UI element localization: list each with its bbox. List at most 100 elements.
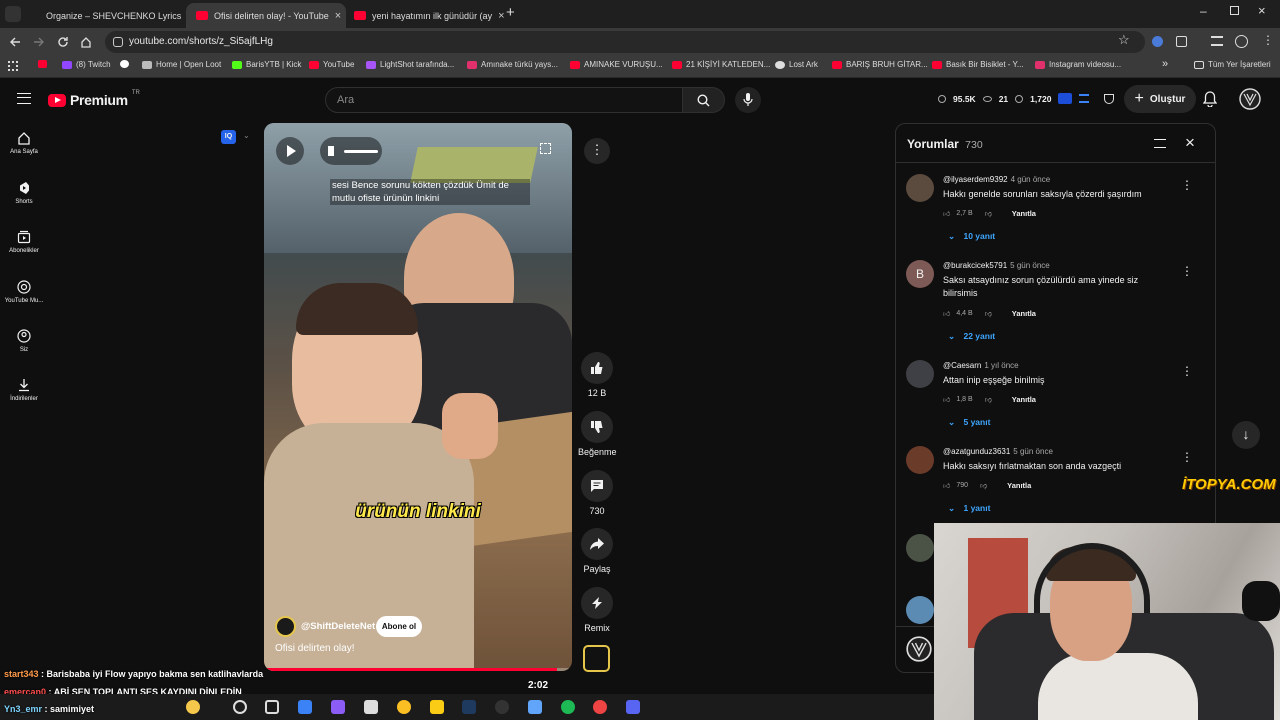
close-icon[interactable]: × — [498, 10, 504, 22]
chevron-down-icon[interactable]: ⌄ — [243, 131, 250, 140]
comment-author[interactable]: @Caesarn 1 yıl önce — [943, 361, 1019, 370]
extension-icon[interactable] — [1152, 36, 1163, 47]
avatar[interactable]: B — [906, 260, 934, 288]
comment-menu-icon[interactable]: ⋮ — [1181, 450, 1193, 464]
search-button[interactable] — [683, 87, 725, 113]
create-button[interactable]: + Oluştur — [1124, 85, 1196, 113]
sidebar-item-subscriptions[interactable]: Abonelikler — [0, 230, 48, 254]
menu-icon[interactable] — [17, 93, 31, 104]
thumbs-up-icon[interactable]: 👍︎ — [943, 309, 950, 318]
bookmark-item[interactable] — [38, 60, 47, 68]
iq-extension-icon[interactable]: IQ — [221, 130, 236, 144]
comments-button[interactable]: 730 — [578, 470, 616, 516]
sidebar-item-you[interactable]: Siz — [0, 329, 48, 353]
comment-menu-icon[interactable]: ⋮ — [1181, 264, 1193, 278]
trophy-icon[interactable] — [1104, 93, 1115, 104]
bookmarks-overflow-icon[interactable]: » — [1162, 58, 1168, 70]
browser-tab[interactable]: yeni hayatımın ilk günüdür (ay × — [344, 3, 504, 28]
scroll-down-button[interactable]: ↓ — [1232, 421, 1260, 449]
thumbs-down-icon[interactable]: 👎︎ — [985, 309, 992, 318]
shorts-video-player[interactable]: sesi Bence sorunu kökten çözdük Ümit de … — [264, 123, 572, 671]
browser-tab[interactable]: Organize – SHEVCHENKO Lyrics × — [36, 3, 196, 28]
subscribe-button[interactable]: Abone ol — [376, 616, 422, 637]
browser-tab-active[interactable]: Ofisi delirten olay! - YouTube × — [186, 3, 346, 28]
avatar[interactable] — [906, 446, 934, 474]
notifications-bell-icon[interactable] — [1203, 91, 1217, 107]
progress-track[interactable] — [264, 668, 572, 671]
bookmark-item[interactable]: Amınake türkü yays... — [467, 60, 558, 69]
search-taskbar-icon[interactable] — [233, 700, 247, 714]
close-icon[interactable]: × — [335, 10, 341, 22]
bookmark-item[interactable]: (8) Twitch — [62, 60, 111, 69]
bookmark-item[interactable]: BARIŞ BRUH GİTAR... — [832, 60, 928, 69]
comment-menu-icon[interactable]: ⋮ — [1181, 178, 1193, 192]
thumbs-down-icon[interactable]: 👎︎ — [985, 395, 992, 404]
bookmark-item[interactable] — [120, 60, 129, 68]
channel-name[interactable]: @ShiftDeleteNet — [301, 621, 375, 632]
account-avatar[interactable] — [1239, 88, 1261, 110]
more-options-button[interactable]: ⋮ — [584, 138, 610, 164]
home-icon[interactable] — [80, 36, 92, 48]
bookmark-item[interactable]: Lost Ark — [775, 60, 818, 69]
obs-icon[interactable] — [495, 700, 509, 714]
view-replies-button[interactable]: ⌄ 22 yanıt — [948, 331, 995, 342]
forward-icon[interactable] — [33, 36, 45, 48]
profile-icon[interactable] — [1235, 35, 1248, 48]
sidebar-item-music[interactable]: YouTube Mu... — [0, 280, 48, 304]
bookmark-item[interactable]: YouTube — [309, 60, 354, 69]
reply-button[interactable]: Yanıtla — [1012, 309, 1036, 318]
bookmark-item[interactable]: AMINAKE VURUŞU... — [570, 60, 663, 69]
list-icon[interactable] — [1079, 94, 1090, 103]
all-bookmarks[interactable]: Tüm Yer İşaretleri — [1194, 60, 1271, 69]
voice-search-button[interactable] — [735, 87, 761, 113]
youtube-logo[interactable]: Premium TR — [48, 90, 140, 108]
minimize-button[interactable]: – — [1200, 4, 1207, 18]
remix-button[interactable]: Remix — [578, 587, 616, 633]
chrome-active-icon[interactable] — [593, 700, 607, 714]
bookmark-item[interactable]: 21 KİŞİYİ KATLEDEN... — [672, 60, 770, 69]
back-icon[interactable] — [9, 36, 21, 48]
restore-button[interactable] — [1230, 6, 1239, 15]
share-button[interactable]: Paylaş — [578, 528, 616, 574]
dislike-button[interactable]: Beğenme — [578, 411, 617, 457]
avatar[interactable] — [906, 360, 934, 388]
extension-badge-icon[interactable] — [1058, 93, 1073, 104]
search-input[interactable]: Ara — [325, 87, 683, 113]
bookmark-item[interactable]: Home | Open Loot — [142, 60, 221, 69]
sound-thumbnail[interactable] — [583, 645, 610, 672]
new-tab-button[interactable]: + — [506, 4, 515, 21]
sidebar-item-downloads[interactable]: İndirilenler — [0, 378, 48, 402]
app-icon[interactable] — [298, 700, 312, 714]
media-icon[interactable] — [1211, 36, 1223, 46]
discord-icon[interactable] — [626, 700, 640, 714]
app-icon[interactable] — [528, 700, 542, 714]
steam-icon[interactable] — [462, 700, 476, 714]
apps-icon[interactable] — [8, 61, 18, 71]
store-icon[interactable] — [364, 700, 378, 714]
browser-menu-icon[interactable]: ⋮ — [1262, 33, 1274, 47]
reload-icon[interactable] — [57, 36, 69, 48]
site-info-icon[interactable] — [113, 37, 123, 47]
reply-button[interactable]: Yanıtla — [1012, 209, 1036, 218]
thumbs-up-icon[interactable]: 👍︎ — [943, 209, 950, 218]
tab-search-button[interactable] — [5, 6, 21, 22]
bookmark-item[interactable]: Instagram videosu... — [1035, 60, 1121, 69]
comment-menu-icon[interactable]: ⋮ — [1181, 364, 1193, 378]
bookmark-item[interactable]: BarisYTB | Kick — [232, 60, 301, 69]
sidebar-item-home[interactable]: Ana Sayfa — [0, 131, 48, 155]
sidebar-item-shorts[interactable]: Shorts — [0, 181, 48, 205]
task-view-icon[interactable] — [265, 700, 279, 714]
channel-avatar[interactable] — [275, 616, 296, 637]
reply-button[interactable]: Yanıtla — [1007, 481, 1031, 490]
like-button[interactable]: 12 B — [578, 352, 616, 398]
url-bar[interactable]: youtube.com/shorts/z_Si5ajfLHg — [105, 31, 1145, 53]
extensions-icon[interactable] — [1176, 36, 1187, 47]
comment-author[interactable]: @ilyaserdem9392 4 gün önce — [943, 175, 1050, 184]
thumbs-up-icon[interactable]: 👍︎ — [943, 481, 950, 490]
view-replies-button[interactable]: ⌄ 5 yanıt — [948, 417, 990, 428]
spotify-icon[interactable] — [561, 700, 575, 714]
sparkle-icon[interactable] — [186, 700, 200, 714]
bookmark-star-icon[interactable]: ☆ — [1118, 32, 1130, 48]
thumbs-down-icon[interactable]: 👎︎ — [985, 209, 992, 218]
bookmark-item[interactable]: LightShot tarafında... — [366, 60, 454, 69]
